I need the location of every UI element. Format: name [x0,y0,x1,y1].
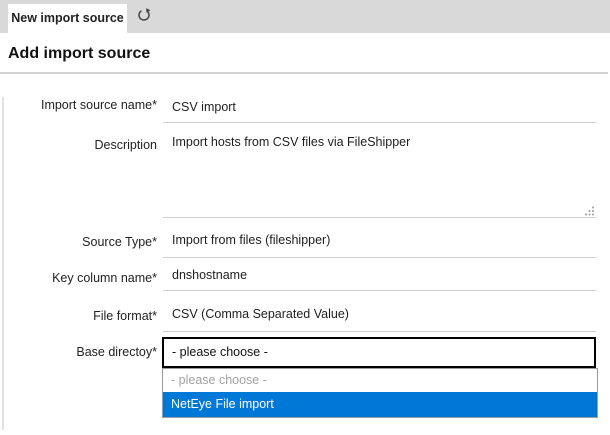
refresh-button[interactable] [135,8,153,26]
file-format-select[interactable]: CSV (Comma Separated Value) [163,300,596,332]
window: New import source Add import source Impo… [0,0,610,435]
import-source-name-input[interactable] [163,92,596,123]
tab-new-import-source[interactable]: New import source [8,4,127,33]
dropdown-option-please-choose[interactable]: - please choose - [163,369,597,392]
refresh-icon [136,7,152,28]
base-directory-select[interactable]: - please choose - [162,337,596,368]
dropdown-option-neteye-file-import[interactable]: NetEye File import [163,392,597,417]
source-type-select[interactable]: Import from files (fileshipper) [163,226,596,258]
resize-grip-icon[interactable] [584,204,595,215]
field-label-base-directory: Base directoy* [0,344,157,360]
tab-bar: New import source [0,0,610,33]
field-label-file-format: File format* [0,308,157,324]
base-directory-dropdown-list: - please choose - NetEye File import [162,368,598,418]
title-divider [0,72,608,74]
field-label-key-column-name: Key column name* [0,270,157,286]
page-title: Add import source [8,45,150,63]
field-label-description: Description [0,137,157,153]
description-textarea[interactable]: Import hosts from CSV files via FileShip… [163,126,596,218]
key-column-name-input[interactable] [163,259,596,291]
field-label-import-source-name: Import source name* [0,97,157,113]
field-label-source-type: Source Type* [0,234,157,250]
